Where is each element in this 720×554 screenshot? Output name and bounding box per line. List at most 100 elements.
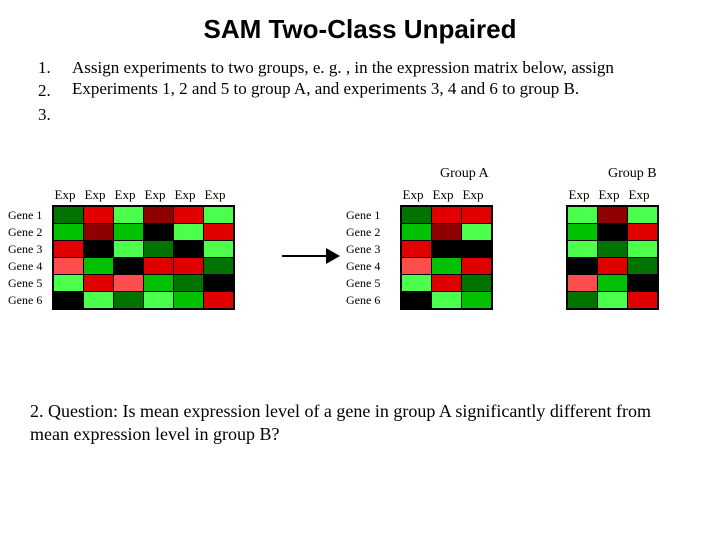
list-number: 2. [38,80,72,101]
heatmap-cell [402,207,432,224]
heatmap-cell [174,207,204,224]
heatmap-cell [84,224,114,241]
heatmap-cell [144,207,174,224]
heatmap-cell [144,241,174,258]
heatmap-cell [204,258,234,275]
heatmap-cell [628,224,658,241]
heatmap-cell [114,241,144,258]
heatmap-cell [628,292,658,309]
heatmap-cell [114,275,144,292]
heatmap-cell [114,224,144,241]
heatmap-cell [84,275,114,292]
heatmap-cell [402,258,432,275]
heatmap-cell [144,275,174,292]
heatmap-cell [462,275,492,292]
gene-label: Gene 4 [8,258,42,275]
list-number: 3. [38,104,72,125]
instruction-block: 1. 2. 3. Assign experiments to two group… [38,57,690,127]
list-numbers: 1. 2. 3. [38,57,72,127]
instruction-text: Assign experiments to two groups, e. g. … [72,57,690,127]
heatmap-cell [114,258,144,275]
gene-label: Gene 5 [346,275,380,292]
heatmap-cell [84,241,114,258]
heatmap-cell [462,258,492,275]
gene-labels-left: Gene 1Gene 2Gene 3Gene 4Gene 5Gene 6 [8,207,42,309]
heatmap-cell [568,292,598,309]
group-b-label: Group B [608,166,657,182]
heatmap-cell [598,224,628,241]
heatmap-cell [114,292,144,309]
heatmap-cell [432,258,462,275]
list-number: 1. [38,57,72,78]
heatmap-cell [54,292,84,309]
heatmap-group-b [566,205,659,310]
gene-label: Gene 1 [8,207,42,224]
heatmap-cell [628,258,658,275]
heatmap-cell [402,292,432,309]
heatmap-cell [54,241,84,258]
heatmap-cell [84,258,114,275]
gene-label: Gene 6 [8,292,42,309]
heatmap-cell [174,275,204,292]
heatmap-cell [462,207,492,224]
heatmap-cell [402,275,432,292]
heatmap-cell [204,224,234,241]
heatmap-cell [568,275,598,292]
heatmap-cell [628,241,658,258]
heatmap-cell [432,224,462,241]
arrow-icon [282,246,342,266]
gene-label: Gene 4 [346,258,380,275]
heatmap-cell [54,258,84,275]
heatmap-cell [174,292,204,309]
heatmap-cell [598,275,628,292]
heatmap-cell [432,207,462,224]
gene-labels-right: Gene 1Gene 2Gene 3Gene 4Gene 5Gene 6 [346,207,380,309]
heatmap-cell [598,241,628,258]
heatmap-cell [628,207,658,224]
heatmap-cell [432,275,462,292]
heatmap-cell [174,241,204,258]
heatmap-cell [598,258,628,275]
heatmap-cell [84,292,114,309]
heatmap-cell [114,207,144,224]
gene-label: Gene 2 [346,224,380,241]
heatmap-cell [402,224,432,241]
heatmap-cell [204,241,234,258]
page-title: SAM Two-Class Unpaired [0,14,720,45]
heatmap-cell [54,275,84,292]
heatmap-cell [598,292,628,309]
heatmap-cell [84,207,114,224]
gene-label: Gene 6 [346,292,380,309]
heatmap-cell [598,207,628,224]
gene-label: Gene 5 [8,275,42,292]
heatmap-cell [568,241,598,258]
heatmap-cell [402,241,432,258]
heatmap-cell [144,292,174,309]
heatmap-cell [462,241,492,258]
heatmap-cell [144,224,174,241]
heatmap-cell [204,207,234,224]
heatmap-cell [432,292,462,309]
gene-label: Gene 1 [346,207,380,224]
heatmap-cell [54,207,84,224]
heatmap-cell [174,258,204,275]
heatmap-cell [568,258,598,275]
heatmap-cell [462,292,492,309]
gene-label: Gene 3 [346,241,380,258]
heatmap-group-a [400,205,493,310]
heatmap-cell [432,241,462,258]
heatmap-cell [174,224,204,241]
heatmap-cell [568,224,598,241]
heatmap-cell [628,275,658,292]
heatmap-cell [54,224,84,241]
question-text: 2. Question: Is mean expression level of… [30,400,670,445]
heatmap-cell [144,258,174,275]
group-a-label: Group A [440,166,489,182]
heatmap-all [52,205,235,310]
heatmap-cell [204,275,234,292]
heatmap-cell [462,224,492,241]
gene-label: Gene 3 [8,241,42,258]
heatmap-cell [204,292,234,309]
heatmap-cell [568,207,598,224]
gene-label: Gene 2 [8,224,42,241]
